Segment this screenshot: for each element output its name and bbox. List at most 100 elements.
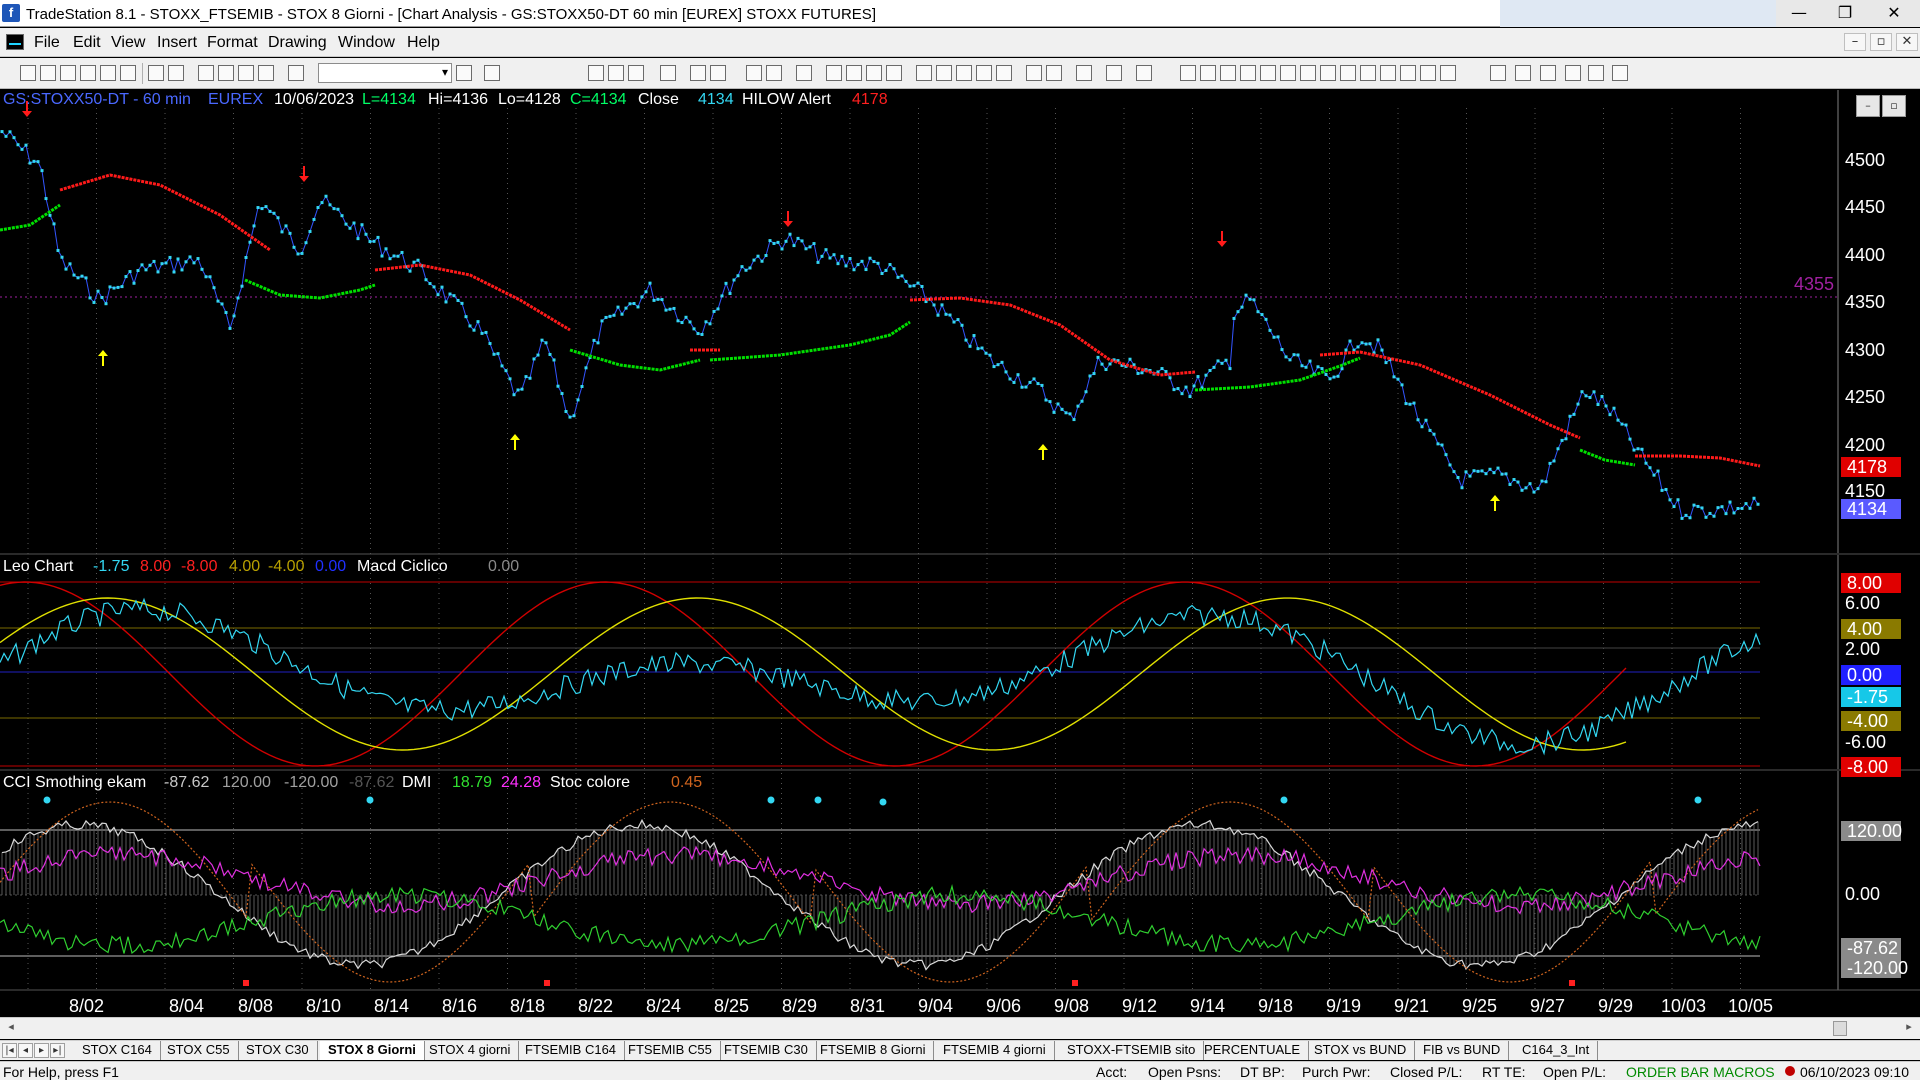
alert-icon[interactable] bbox=[746, 65, 762, 81]
save-icon[interactable] bbox=[120, 65, 136, 81]
ray-icon[interactable] bbox=[1360, 65, 1376, 81]
down-arrow-icon[interactable] bbox=[1515, 65, 1531, 81]
fibonacci-icon[interactable] bbox=[1280, 65, 1296, 81]
tab-stoxx-ftsemib-sito[interactable]: STOXX-FTSEMIB sito bbox=[1059, 1041, 1205, 1060]
open-icon[interactable] bbox=[80, 65, 96, 81]
pointer-icon[interactable] bbox=[1026, 65, 1042, 81]
tab-stox-vs-bund[interactable]: STOX vs BUND bbox=[1306, 1041, 1416, 1060]
tab-ftsemib-4-giorni[interactable]: FTSEMIB 4 giorni bbox=[935, 1041, 1055, 1060]
minimize-button[interactable]: — bbox=[1776, 0, 1822, 27]
chart-restore-button[interactable]: ▫ bbox=[1882, 95, 1906, 117]
expand-icon[interactable] bbox=[956, 65, 972, 81]
tab-ftsemib-c55[interactable]: FTSEMIB C55 bbox=[620, 1041, 721, 1060]
tools-icon[interactable] bbox=[1076, 65, 1092, 81]
color-icon[interactable] bbox=[288, 65, 304, 81]
chart-icon[interactable] bbox=[690, 65, 706, 81]
strategy-icon[interactable] bbox=[766, 65, 782, 81]
new-window-icon[interactable] bbox=[60, 65, 76, 81]
tab-stox-c30[interactable]: STOX C30 bbox=[238, 1041, 318, 1060]
tab-next-icon[interactable]: ▸ bbox=[34, 1043, 49, 1058]
rectangle-icon[interactable] bbox=[1588, 65, 1604, 81]
zoom-icon[interactable] bbox=[484, 65, 500, 81]
fan-icon[interactable] bbox=[1260, 65, 1276, 81]
chart-minimize-button[interactable]: – bbox=[1856, 95, 1880, 117]
menu-edit[interactable]: Edit bbox=[73, 34, 101, 52]
menu-window[interactable]: Window bbox=[338, 34, 395, 52]
document-close-button[interactable]: ✕ bbox=[1896, 33, 1918, 51]
lock-icon[interactable] bbox=[238, 65, 254, 81]
zoom-in-icon[interactable] bbox=[976, 65, 992, 81]
zoom-out-icon[interactable] bbox=[996, 65, 1012, 81]
vertical-lines-icon[interactable] bbox=[1200, 65, 1216, 81]
horizontal-scrollbar[interactable]: ◂ ▸ bbox=[0, 1017, 1920, 1039]
bar-icon[interactable] bbox=[588, 65, 604, 81]
scrollbar-thumb[interactable] bbox=[1833, 1021, 1847, 1036]
folder-icon[interactable] bbox=[100, 65, 116, 81]
symbol-dropdown[interactable] bbox=[318, 63, 452, 83]
export-icon[interactable] bbox=[1106, 65, 1122, 81]
tradestation-app-icon[interactable]: f bbox=[2, 4, 20, 22]
candles-icon[interactable] bbox=[866, 65, 882, 81]
trendline-icon[interactable] bbox=[1180, 65, 1196, 81]
grid-icon[interactable] bbox=[660, 65, 676, 81]
line-icon[interactable] bbox=[916, 65, 932, 81]
tab-ftsemib-8-giorni[interactable]: FTSEMIB 8 Giorni bbox=[812, 1041, 935, 1060]
menu-help[interactable]: Help bbox=[407, 34, 440, 52]
table-icon[interactable] bbox=[628, 65, 644, 81]
studies-icon[interactable] bbox=[826, 65, 842, 81]
format-icon[interactable] bbox=[258, 65, 274, 81]
scroll-right-icon[interactable]: ▸ bbox=[1901, 1020, 1917, 1036]
chart-window[interactable]: GS:STOXX50-DT - 60 min EUREX 10/06/2023 … bbox=[0, 90, 1920, 1016]
play-arrow-icon[interactable] bbox=[456, 65, 472, 81]
pointer-plus-icon[interactable] bbox=[1046, 65, 1062, 81]
menu-view[interactable]: View bbox=[111, 34, 145, 52]
new-workspace-icon[interactable] bbox=[40, 65, 56, 81]
up-arrow-icon[interactable] bbox=[1540, 65, 1556, 81]
tab-ftsemib-c30[interactable]: FTSEMIB C30 bbox=[716, 1041, 817, 1060]
ohlc-icon[interactable] bbox=[936, 65, 952, 81]
tab-prev-icon[interactable]: ◂ bbox=[18, 1043, 33, 1058]
arc-icon[interactable] bbox=[1420, 65, 1436, 81]
menu-format[interactable]: Format bbox=[207, 34, 258, 52]
pencil-icon[interactable] bbox=[1440, 65, 1456, 81]
chart-canvas[interactable] bbox=[0, 90, 1920, 1012]
text-icon[interactable] bbox=[1612, 65, 1628, 81]
arrow-icon[interactable] bbox=[1380, 65, 1396, 81]
speed-lines-icon[interactable] bbox=[1340, 65, 1356, 81]
menu-file[interactable]: File bbox=[34, 34, 60, 52]
menu-drawing[interactable]: Drawing bbox=[268, 34, 327, 52]
tab-stox-c55[interactable]: STOX C55 bbox=[159, 1041, 239, 1060]
tab-stox-8-giorni[interactable]: STOX 8 Giorni bbox=[320, 1041, 425, 1060]
curve-icon[interactable] bbox=[1490, 65, 1506, 81]
maximize-button[interactable]: ❐ bbox=[1822, 0, 1868, 27]
close-button[interactable]: ✕ bbox=[1868, 0, 1920, 27]
bars-icon[interactable] bbox=[886, 65, 902, 81]
tab-c164-3-int[interactable]: C164_3_Int bbox=[1514, 1041, 1599, 1060]
scroll-left-icon[interactable]: ◂ bbox=[3, 1020, 19, 1036]
status-macros[interactable]: ORDER BAR MACROS bbox=[1626, 1064, 1775, 1080]
indicators-icon[interactable] bbox=[846, 65, 862, 81]
tab-percentuale[interactable]: PERCENTUALE bbox=[1196, 1041, 1310, 1060]
print-preview-icon[interactable] bbox=[148, 65, 164, 81]
print-icon[interactable] bbox=[168, 65, 184, 81]
tab-last-icon[interactable]: ▸| bbox=[50, 1043, 65, 1058]
gann-icon[interactable] bbox=[1300, 65, 1316, 81]
settings-icon[interactable] bbox=[1136, 65, 1152, 81]
menu-insert[interactable]: Insert bbox=[157, 34, 197, 52]
radar-icon[interactable] bbox=[796, 65, 812, 81]
cut-icon[interactable] bbox=[198, 65, 214, 81]
bar2-icon[interactable] bbox=[608, 65, 624, 81]
chart-window-icon[interactable] bbox=[6, 34, 24, 50]
tab-fib-vs-bund[interactable]: FIB vs BUND bbox=[1415, 1041, 1510, 1060]
ellipse-icon[interactable] bbox=[1565, 65, 1581, 81]
tab-first-icon[interactable]: |◂ bbox=[2, 1043, 17, 1058]
scan-icon[interactable] bbox=[710, 65, 726, 81]
cycle-icon[interactable] bbox=[1400, 65, 1416, 81]
andrews-icon[interactable] bbox=[1320, 65, 1336, 81]
new-icon[interactable] bbox=[20, 65, 36, 81]
document-restore-button[interactable]: ▫ bbox=[1870, 33, 1892, 51]
document-minimize-button[interactable]: – bbox=[1844, 33, 1866, 51]
copy-icon[interactable] bbox=[218, 65, 234, 81]
tab-stox-c164[interactable]: STOX C164 bbox=[74, 1041, 161, 1060]
tab-stox-4-giorni[interactable]: STOX 4 giorni bbox=[421, 1041, 520, 1060]
